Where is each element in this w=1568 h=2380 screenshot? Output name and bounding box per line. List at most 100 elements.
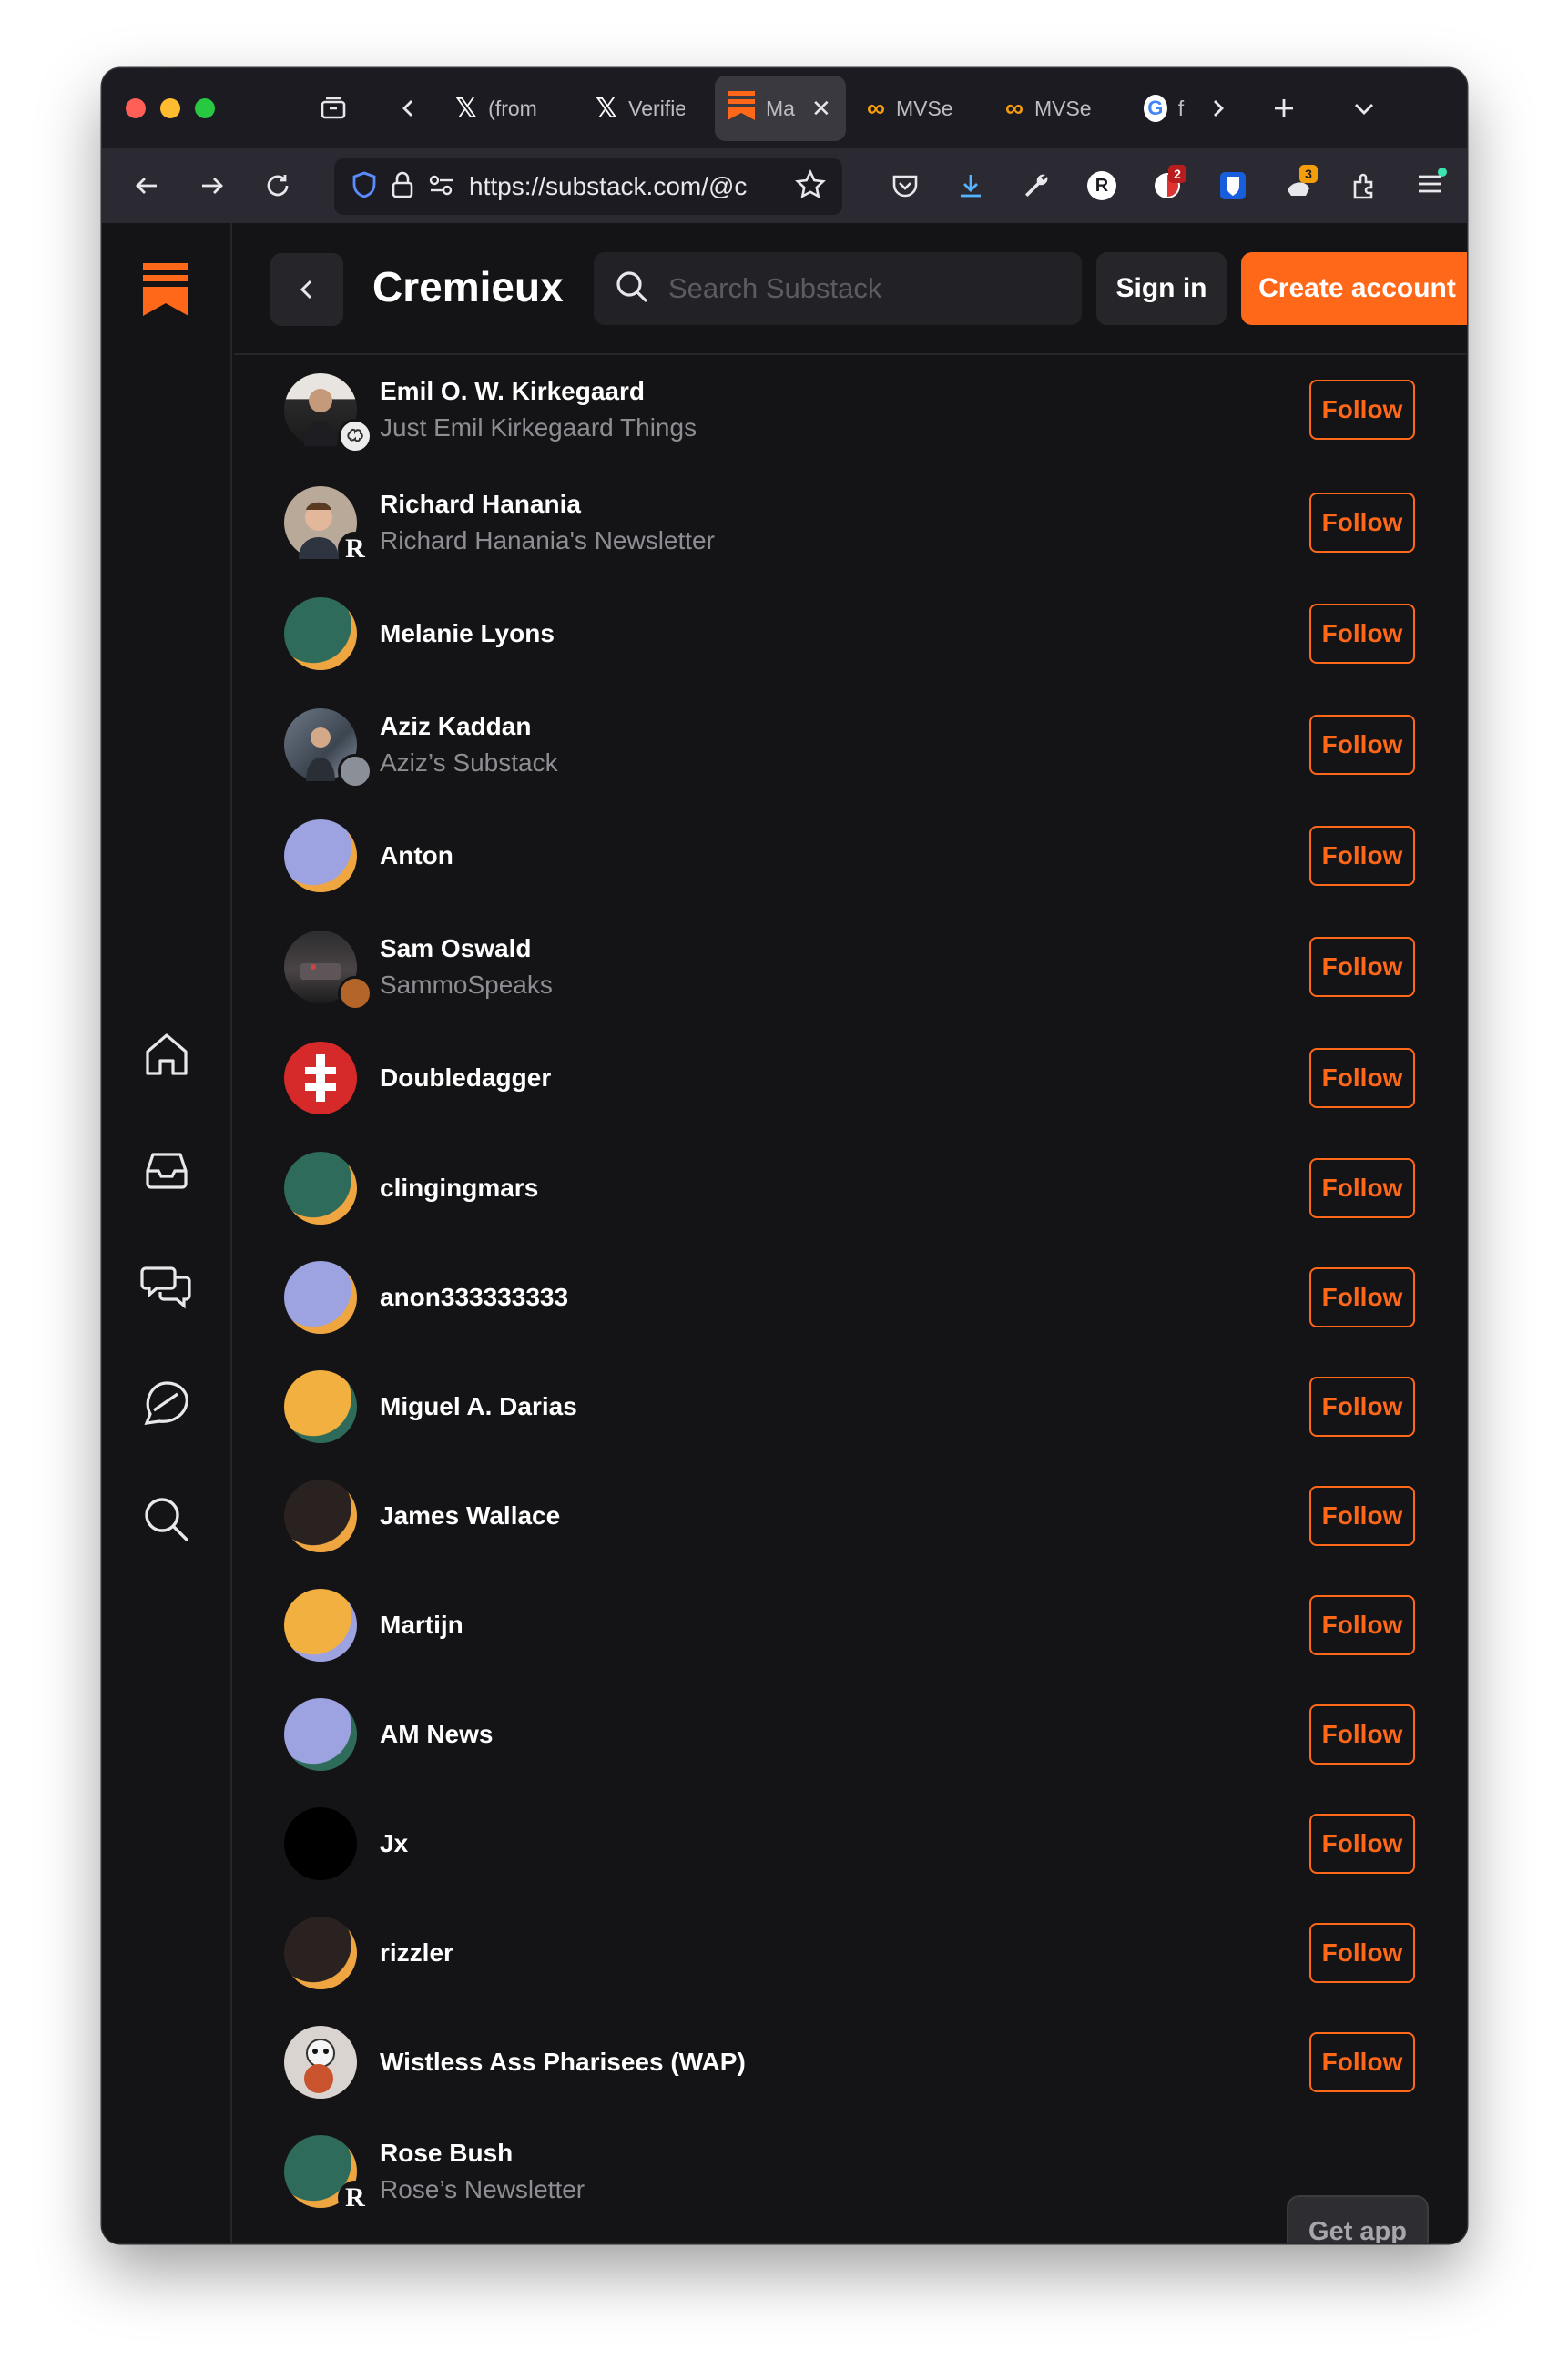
tab-scroll-left-icon[interactable]	[388, 88, 428, 128]
avatar[interactable]	[284, 1480, 357, 1552]
list-item[interactable]: Miguel A. Darias Follow	[234, 1352, 1467, 1461]
user-name[interactable]: Jx	[380, 1829, 408, 1858]
follow-button[interactable]: Follow	[1309, 715, 1415, 775]
follow-button[interactable]: Follow	[1309, 2032, 1415, 2092]
pocket-icon[interactable]	[885, 166, 925, 206]
user-name[interactable]: Anton	[380, 841, 453, 870]
follow-button[interactable]: Follow	[1309, 937, 1415, 997]
user-name[interactable]: Rose Bush	[380, 2139, 513, 2168]
sign-in-button[interactable]: Sign in	[1096, 252, 1227, 325]
avatar[interactable]	[284, 1807, 357, 1880]
user-name[interactable]: Miguel A. Darias	[380, 1392, 577, 1421]
site-permissions-icon[interactable]	[427, 172, 456, 202]
list-item[interactable]: Wistless Ass Pharisees (WAP) Follow	[234, 2008, 1467, 2117]
follow-button[interactable]: Follow	[1309, 493, 1415, 553]
minimize-window-button[interactable]	[160, 98, 180, 118]
user-name[interactable]: anon333333333	[380, 1283, 568, 1312]
tab-2[interactable]: 𝕏 Verifie	[581, 76, 719, 141]
tab-6[interactable]: G f	[1129, 76, 1202, 141]
list-item[interactable]: Sam Oswald SammoSpeaks Follow	[234, 912, 1467, 1022]
list-item[interactable]: R Rose Bush Rose’s Newsletter	[234, 2117, 1467, 2226]
follow-button[interactable]: Follow	[1309, 826, 1415, 886]
publication-name[interactable]: SammoSpeaks	[380, 971, 553, 1000]
user-name[interactable]: Wistless Ass Pharisees (WAP)	[380, 2048, 746, 2077]
tab-1[interactable]: 𝕏 (from	[441, 76, 579, 141]
list-item[interactable]: R Richard Hanania Richard Hanania's News…	[234, 468, 1467, 577]
avatar[interactable]	[284, 597, 357, 670]
user-name[interactable]: Sam Oswald	[380, 934, 532, 963]
extensions-puzzle-icon[interactable]	[1344, 166, 1384, 206]
inbox-icon[interactable]	[138, 1142, 195, 1198]
follow-button[interactable]: Follow	[1309, 380, 1415, 440]
list-item[interactable]: AM News Follow	[234, 1680, 1467, 1789]
follow-button[interactable]: Follow	[1309, 1486, 1415, 1546]
user-name[interactable]: Emil O. W. Kirkegaard	[380, 377, 645, 406]
extension-orange-icon[interactable]: 3	[1278, 165, 1319, 206]
user-name[interactable]: clingingmars	[380, 1174, 538, 1203]
follow-button[interactable]: Follow	[1309, 1158, 1415, 1218]
wrench-icon[interactable]	[1016, 166, 1056, 206]
list-item[interactable]: clingingmars Follow	[234, 1134, 1467, 1243]
follow-button[interactable]: Follow	[1309, 1048, 1415, 1108]
list-item[interactable]: Melanie Lyons Follow	[234, 579, 1467, 688]
publication-name[interactable]: Aziz’s Substack	[380, 748, 558, 778]
new-tab-icon[interactable]	[1264, 88, 1304, 128]
publication-name[interactable]: Rose’s Newsletter	[380, 2175, 585, 2204]
follow-button[interactable]: Follow	[1309, 1267, 1415, 1327]
search-input[interactable]	[668, 272, 1060, 305]
list-item[interactable]: Emil O. W. Kirkegaard Just Emil Kirkegaa…	[234, 355, 1467, 464]
search-nav-icon[interactable]	[138, 1491, 195, 1548]
tab-scroll-right-icon[interactable]	[1198, 88, 1238, 128]
lock-icon[interactable]	[391, 170, 414, 204]
shield-icon[interactable]	[351, 170, 378, 204]
forward-arrow-icon[interactable]	[192, 166, 232, 206]
get-app-button[interactable]: Get app	[1287, 2195, 1429, 2243]
bitwarden-icon[interactable]	[1213, 166, 1253, 206]
search-box[interactable]	[594, 252, 1082, 325]
substack-logo-icon[interactable]	[143, 263, 188, 316]
list-item[interactable]	[234, 2226, 1467, 2243]
create-account-button[interactable]: Create account	[1241, 252, 1467, 325]
user-name[interactable]: Doubledagger	[380, 1063, 551, 1093]
list-item[interactable]: Doubledagger Follow	[234, 1023, 1467, 1133]
profile-r-icon[interactable]: R	[1082, 166, 1122, 206]
list-item[interactable]: James Wallace Follow	[234, 1461, 1467, 1571]
list-all-tabs-icon[interactable]	[1344, 88, 1384, 128]
list-item[interactable]: Anton Follow	[234, 801, 1467, 910]
avatar[interactable]	[284, 1698, 357, 1771]
tab-5[interactable]: ∞ MVSe	[991, 76, 1127, 141]
publication-name[interactable]: Just Emil Kirkegaard Things	[380, 413, 697, 442]
follow-button[interactable]: Follow	[1309, 1704, 1415, 1765]
back-arrow-icon[interactable]	[127, 166, 167, 206]
list-item[interactable]: Jx Follow	[234, 1789, 1467, 1898]
user-name[interactable]: Richard Hanania	[380, 490, 581, 519]
back-button[interactable]	[270, 253, 343, 326]
user-name[interactable]: rizzler	[380, 1938, 453, 1968]
follow-button[interactable]: Follow	[1309, 1377, 1415, 1437]
follow-button[interactable]: Follow	[1309, 604, 1415, 664]
avatar[interactable]	[284, 1261, 357, 1334]
notes-icon[interactable]	[138, 1375, 195, 1431]
chat-icon[interactable]	[138, 1258, 195, 1315]
bookmark-star-icon[interactable]	[795, 168, 826, 205]
follow-button[interactable]: Follow	[1309, 1923, 1415, 1983]
avatar[interactable]	[284, 1589, 357, 1662]
follow-button[interactable]: Follow	[1309, 1814, 1415, 1874]
list-item[interactable]: Martijn Follow	[234, 1571, 1467, 1680]
user-name[interactable]: Aziz Kaddan	[380, 712, 531, 741]
user-name[interactable]: James Wallace	[380, 1501, 560, 1531]
avatar[interactable]	[284, 2026, 357, 2099]
user-name[interactable]: Melanie Lyons	[380, 619, 555, 648]
list-item[interactable]: rizzler Follow	[234, 1898, 1467, 2008]
list-item[interactable]: anon333333333 Follow	[234, 1243, 1467, 1352]
reload-icon[interactable]	[258, 166, 298, 206]
tab-overview-icon[interactable]	[313, 88, 353, 128]
avatar[interactable]	[284, 1152, 357, 1225]
app-menu-icon[interactable]	[1410, 166, 1450, 206]
avatar[interactable]	[284, 819, 357, 892]
extension-red-icon[interactable]: 2	[1147, 165, 1187, 206]
home-icon[interactable]	[138, 1026, 195, 1083]
downloads-icon[interactable]	[951, 166, 991, 206]
publication-name[interactable]: Richard Hanania's Newsletter	[380, 526, 715, 555]
user-name[interactable]: AM News	[380, 1720, 493, 1749]
